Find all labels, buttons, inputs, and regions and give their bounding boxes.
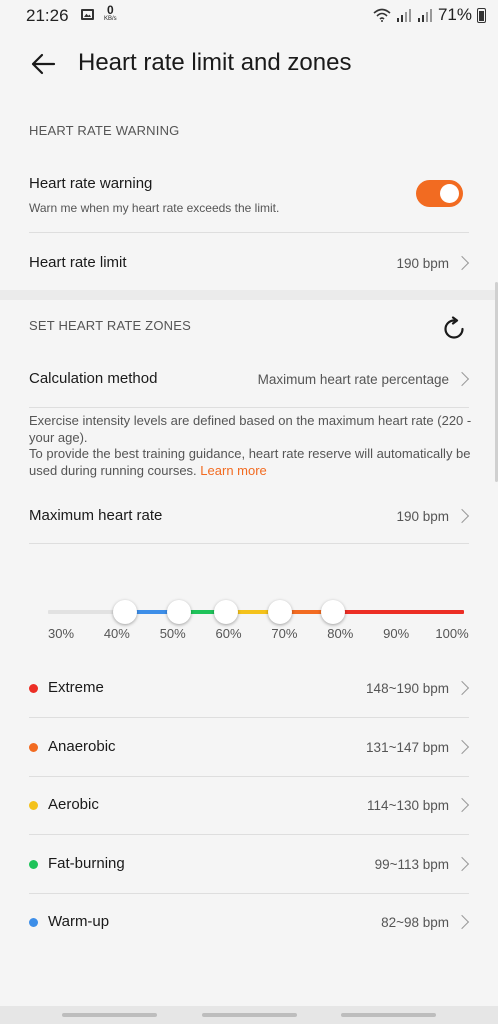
section-label-warning: HEART RATE WARNING [29,123,180,138]
zone-row[interactable]: Fat-burning 99~113 bpm [29,844,470,884]
zone-slider-segment [333,610,464,614]
chevron-right-icon [454,856,470,871]
divider [29,543,469,544]
zone-color-dot [29,859,38,869]
zone-slider-tick-label: 90% [383,626,410,641]
zone-name: Extreme [48,679,104,696]
nav-handle[interactable] [341,1013,436,1017]
battery-icon [477,7,486,23]
zone-slider-thumb[interactable] [113,600,138,624]
heart-rate-limit-value: 190 bpm [396,256,449,271]
section-separator [0,290,498,300]
zone-slider-thumb[interactable] [166,600,191,624]
divider [29,407,469,408]
zone-slider-tick-label: 50% [159,626,186,641]
zone-slider-tick-label: 100% [435,626,469,641]
zone-row[interactable]: Warm-up 82~98 bpm [29,902,470,942]
status-bar: 21:26 0 KB/s 71% [0,0,498,32]
divider [29,834,469,835]
zone-range: 148~190 bpm [366,681,449,696]
zone-name: Warm-up [48,913,110,930]
navigation-bar [0,1006,498,1024]
learn-more-link[interactable]: Learn more [200,463,266,478]
zone-range: 99~113 bpm [374,856,449,872]
zone-slider-thumb[interactable] [267,600,292,624]
status-right: 71% [373,4,486,26]
maximum-heart-rate-row[interactable]: Maximum heart rate 190 bpm [29,495,470,537]
zone-row[interactable]: Extreme 148~190 bpm [29,668,470,708]
zone-slider[interactable] [48,598,464,628]
calculation-method-title: Calculation method [29,370,158,387]
battery-percent: 71% [437,5,472,24]
wifi-icon [373,8,391,22]
image-icon [81,9,94,20]
zone-slider-tick-label: 80% [327,626,354,641]
divider [29,232,469,233]
calculation-method-row[interactable]: Calculation method Maximum heart rate pe… [29,358,470,400]
chevron-right-icon [454,914,470,930]
zone-color-dot [29,742,38,752]
heart-rate-limit-row[interactable]: Heart rate limit 190 bpm [29,242,470,284]
maximum-heart-rate-value: 190 bpm [396,509,449,524]
zone-slider-tick-label: 40% [103,626,130,641]
chevron-right-icon [454,680,470,696]
zone-name: Fat-burning [48,854,125,872]
chevron-right-icon [454,508,470,524]
zone-color-dot [29,684,38,693]
signal-icon [396,9,411,22]
zone-name: Aerobic [48,796,99,813]
heart-rate-limit-title: Heart rate limit [29,254,127,271]
nav-handle[interactable] [62,1013,157,1017]
zone-color-dot [29,801,38,810]
divider [29,892,469,894]
zone-range: 82~98 bpm [381,915,449,930]
section-label-zones: SET HEART RATE ZONES [29,318,191,333]
chevron-right-icon [454,255,470,271]
zone-range: 114~130 bpm [367,798,449,813]
zone-slider-tick-label: 60% [215,626,242,641]
refresh-icon[interactable] [441,316,467,342]
zone-row[interactable]: Aerobic 114~130 bpm [29,785,470,825]
toggle-knob [440,184,459,203]
chevron-right-icon [454,371,470,387]
zone-slider-tick-label: 70% [271,626,298,641]
zone-slider-thumb[interactable] [214,600,239,624]
chevron-right-icon [454,797,470,813]
zones-description-line1: Exercise intensity levels are defined ba… [29,413,472,445]
back-arrow-icon[interactable] [30,52,56,76]
zone-color-dot [29,918,38,927]
zone-name: Anaerobic [48,737,116,755]
calculation-method-value: Maximum heart rate percentage [257,372,449,387]
zone-range: 131~147 bpm [366,739,449,755]
network-speed-unit: KB/s [104,16,117,22]
zone-slider-ticks: 30% 40% 50% 60% 70% 80% 90% 100% [0,626,498,642]
divider [29,717,469,718]
heart-rate-warning-toggle[interactable] [416,180,463,207]
chevron-right-icon [454,739,470,754]
network-speed-value: 0 [106,3,114,17]
page-title: Heart rate limit and zones [78,49,352,76]
status-time: 21:26 [26,6,69,25]
zone-slider-tick-label: 30% [47,626,75,641]
zone-row[interactable]: Anaerobic 131~147 bpm [29,727,470,767]
heart-rate-warning-title: Heart rate warning [29,175,153,192]
signal-icon [417,9,432,22]
heart-rate-warning-desc: Warn me when my heart rate exceeds the l… [29,201,280,215]
maximum-heart-rate-title: Maximum heart rate [29,507,163,524]
nav-handle[interactable] [202,1013,297,1017]
network-speed: 0 KB/s [104,4,117,22]
divider [29,775,469,777]
zones-description: Exercise intensity levels are defined ba… [29,413,474,480]
zones-description-line2: To provide the best training guidance, h… [29,446,474,479]
zone-slider-thumb[interactable] [321,600,346,624]
app-header: Heart rate limit and zones [0,32,498,96]
heart-rate-warning-row[interactable]: Heart rate warning Warn me when my heart… [29,172,469,222]
